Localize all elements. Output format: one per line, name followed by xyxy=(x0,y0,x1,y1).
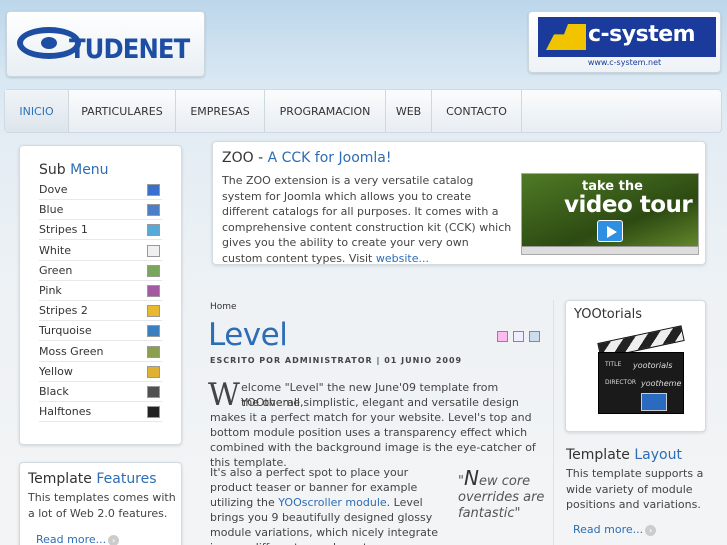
site-logo[interactable]: TUDENET xyxy=(6,11,205,77)
color-swatch-icon xyxy=(147,365,160,378)
zoo-title: ZOO - A CCK for Joomla! xyxy=(222,150,392,166)
video-caption-main: video tour xyxy=(564,192,693,218)
breadcrumb[interactable]: Home xyxy=(210,302,237,312)
submenu-item-blue[interactable]: Blue xyxy=(39,200,162,221)
submenu-item-stripes-2[interactable]: Stripes 2 xyxy=(39,301,162,322)
submenu-item-label: Halftones xyxy=(39,405,92,419)
template-features-text: This templates comes with a lot of Web 2… xyxy=(28,491,176,520)
template-layout-text: This template supports a wide variety of… xyxy=(566,467,704,511)
yootorials-title: YOOtorials xyxy=(574,307,643,322)
column-divider xyxy=(553,300,554,545)
clapper-screen xyxy=(641,393,667,411)
template-features-title: Template Features xyxy=(28,471,157,487)
zoo-website-link[interactable]: website... xyxy=(376,252,429,265)
submenu-item-white[interactable]: White xyxy=(39,241,162,261)
template-layout-readmore[interactable]: Read more... › xyxy=(573,523,657,536)
submenu-item-label: Green xyxy=(39,263,73,277)
video-controls-bar[interactable] xyxy=(522,246,698,254)
submenu-item-pink[interactable]: Pink xyxy=(39,281,162,301)
article-paragraph-2: It's also a perfect spot to place your p… xyxy=(210,466,438,545)
submenu-item-halftones[interactable]: Halftones xyxy=(39,402,162,423)
clapper-body: TITLE yootorials DIRECTOR yootheme xyxy=(598,352,684,414)
logo-text: TUDENET xyxy=(69,34,190,65)
main-navigation: INICIO PARTICULARES EMPRESAS PROGRAMACIO… xyxy=(4,89,722,133)
submenu-item-moss-green[interactable]: Moss Green xyxy=(39,342,162,362)
arrow-right-icon: › xyxy=(108,534,120,545)
color-swatch-icon xyxy=(147,305,160,318)
clapperboard-icon[interactable]: TITLE yootorials DIRECTOR yootheme xyxy=(597,325,686,418)
color-swatch-icon xyxy=(147,386,160,398)
clapper-signature-1: yootorials xyxy=(633,361,673,370)
submenu-item-black[interactable]: Black xyxy=(39,382,162,402)
color-swatch-icon xyxy=(147,406,160,419)
submenu-item-label: Stripes 1 xyxy=(39,223,88,237)
sponsor-logo: c-system xyxy=(538,17,716,57)
template-layout-title: Template Layout xyxy=(566,447,682,463)
submenu-item-label: Dove xyxy=(39,183,68,196)
print-icon[interactable] xyxy=(513,331,524,342)
submenu-item-label: Yellow xyxy=(39,364,73,378)
excavator-icon xyxy=(546,24,586,50)
nav-item-inicio[interactable]: INICIO xyxy=(5,90,69,132)
submenu-item-label: Turquoise xyxy=(39,324,92,338)
sponsor-banner[interactable]: c-system www.c-system.net xyxy=(528,11,721,73)
submenu-item-label: Black xyxy=(39,385,69,398)
pull-quote: "New core overrides are fantastic" xyxy=(458,466,545,521)
submenu-title: Sub Menu xyxy=(39,162,109,178)
submenu-item-label: White xyxy=(39,243,71,257)
article-title[interactable]: Level xyxy=(208,317,288,353)
template-features-readmore[interactable]: Read more... › xyxy=(36,533,120,545)
color-swatch-icon xyxy=(147,325,160,338)
submenu-item-label: Stripes 2 xyxy=(39,304,88,318)
color-swatch-icon xyxy=(147,204,160,217)
clapper-label-title: TITLE xyxy=(605,361,622,368)
color-swatch-icon xyxy=(147,285,160,297)
nav-item-particulares[interactable]: PARTICULARES xyxy=(69,90,176,132)
color-swatch-icon xyxy=(147,244,160,257)
yooscroller-link[interactable]: YOOscroller module xyxy=(278,496,386,509)
nav-item-web[interactable]: WEB xyxy=(386,90,432,132)
article-paragraph-1: the overall simplistic, elegant and vers… xyxy=(210,396,536,469)
color-swatch-icon xyxy=(147,345,160,358)
color-swatch-icon xyxy=(147,224,160,237)
submenu-item-yellow[interactable]: Yellow xyxy=(39,362,162,382)
submenu-item-label: Moss Green xyxy=(39,344,104,358)
submenu-item-stripes-1[interactable]: Stripes 1 xyxy=(39,220,162,241)
nav-item-programacion[interactable]: PROGRAMACION xyxy=(265,90,386,132)
color-swatch-icon xyxy=(147,264,160,277)
clapper-label-director: DIRECTOR xyxy=(605,379,637,386)
play-icon[interactable] xyxy=(597,220,623,242)
color-swatch-icon xyxy=(147,184,160,196)
article-meta: ESCRITO POR ADMINISTRATOR | 01 JUNIO 200… xyxy=(210,356,463,365)
nav-item-contacto[interactable]: CONTACTO xyxy=(432,90,522,132)
video-tour-player[interactable]: take the video tour xyxy=(521,173,699,255)
submenu-item-label: Pink xyxy=(39,284,62,297)
clapper-signature-2: yootheme xyxy=(641,379,682,388)
sponsor-name: c-system xyxy=(588,22,696,47)
submenu-item-dove[interactable]: Dove xyxy=(39,180,162,200)
sponsor-url[interactable]: www.c-system.net xyxy=(529,58,720,67)
arrow-right-icon: › xyxy=(645,524,657,536)
pdf-icon[interactable] xyxy=(497,331,508,342)
zoo-description: The ZOO extension is a very versatile ca… xyxy=(222,174,512,265)
submenu-item-turquoise[interactable]: Turquoise xyxy=(39,321,162,342)
submenu-item-label: Blue xyxy=(39,203,64,217)
nav-item-empresas[interactable]: EMPRESAS xyxy=(176,90,265,132)
email-icon[interactable] xyxy=(529,331,540,342)
submenu-item-green[interactable]: Green xyxy=(39,261,162,281)
